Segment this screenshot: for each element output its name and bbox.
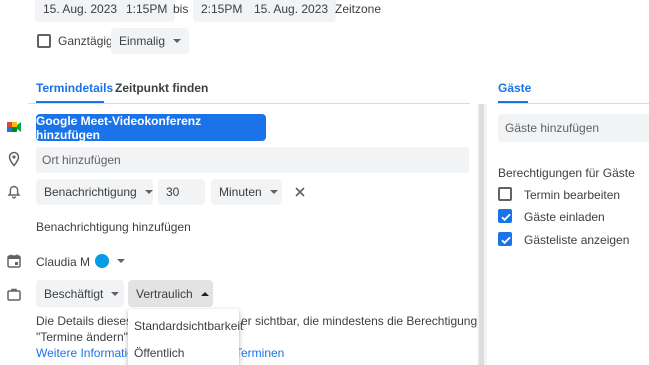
permission-edit-label: Termin bearbeiten bbox=[524, 188, 621, 202]
visibility-info-line2: "Termine ändern" fü bbox=[36, 330, 142, 344]
visibility-info-line1-end: er sichtbar, die mindestens die Berechti… bbox=[241, 314, 478, 328]
notification-type-dropdown[interactable]: Benachrichtigung bbox=[36, 179, 153, 205]
permission-invite-label: Gäste einladen bbox=[524, 210, 605, 224]
chevron-up-icon bbox=[200, 291, 209, 296]
tab-guests[interactable]: Gäste bbox=[498, 81, 531, 95]
add-meet-button[interactable]: Google Meet-Videokonferenz hinzufügen bbox=[36, 113, 266, 142]
visibility-dropdown[interactable]: Vertraulich bbox=[128, 280, 213, 307]
chevron-down-icon bbox=[117, 259, 125, 263]
recurrence-dropdown[interactable]: Einmalig bbox=[111, 28, 190, 54]
location-pin-icon bbox=[8, 151, 20, 167]
permission-edit-checkbox[interactable] bbox=[498, 187, 512, 201]
end-time-field[interactable]: 2:15PM bbox=[193, 0, 251, 22]
end-time-text: 2:15PM bbox=[201, 2, 243, 16]
notification-unit-value: Minuten bbox=[219, 185, 262, 199]
calendar-color-dot bbox=[95, 254, 109, 268]
permission-see-list-label: Gästeliste anzeigen bbox=[524, 233, 630, 247]
end-date-field[interactable]: 15. Aug. 2023 bbox=[246, 0, 337, 22]
permission-invite-checkbox[interactable] bbox=[498, 209, 512, 223]
visibility-value: Vertraulich bbox=[136, 286, 193, 301]
location-input[interactable]: Ort hinzufügen bbox=[36, 147, 469, 173]
start-time-field[interactable]: 1:15PM bbox=[118, 0, 176, 22]
start-date-text: 15. Aug. 2023 bbox=[43, 2, 118, 16]
timezone-button[interactable]: Zeitzone bbox=[335, 2, 381, 16]
allday-label: Ganztägig bbox=[58, 34, 113, 48]
menu-item-standard[interactable]: Standardsichtbarkeit bbox=[128, 312, 243, 339]
tab-zeitpunkt-finden[interactable]: Zeitpunkt finden bbox=[115, 81, 208, 95]
close-icon[interactable] bbox=[292, 184, 308, 200]
allday-checkbox[interactable] bbox=[37, 34, 51, 48]
add-guests-input[interactable]: Gäste hinzufügen bbox=[498, 114, 649, 142]
calendar-color-dropdown[interactable] bbox=[89, 248, 133, 274]
more-info-link[interactable]: Weitere Information bbox=[36, 346, 141, 360]
menu-item-public-label: Öffentlich bbox=[134, 345, 185, 360]
chevron-down-icon bbox=[111, 291, 120, 296]
add-notification-link[interactable]: Benachrichtigung hinzufügen bbox=[36, 220, 191, 234]
availability-dropdown[interactable]: Beschäftigt bbox=[36, 280, 124, 307]
google-meet-icon bbox=[7, 122, 21, 132]
bell-icon bbox=[7, 185, 21, 199]
chevron-down-icon bbox=[144, 190, 153, 194]
location-placeholder: Ort hinzufügen bbox=[42, 153, 121, 167]
calendar-icon bbox=[7, 254, 21, 268]
notification-type-value: Benachrichtigung bbox=[44, 185, 137, 199]
availability-value: Beschäftigt bbox=[44, 286, 104, 301]
start-date-field[interactable]: 15. Aug. 2023 bbox=[35, 0, 126, 22]
more-info-link-end[interactable]: Terminen bbox=[235, 346, 284, 360]
guest-permissions-title: Berechtigungen für Gäste bbox=[498, 166, 635, 180]
menu-item-standard-label: Standardsichtbarkeit bbox=[134, 318, 244, 333]
checkmark-icon bbox=[501, 213, 511, 222]
add-guests-placeholder: Gäste hinzufügen bbox=[505, 121, 600, 135]
end-date-text: 15. Aug. 2023 bbox=[254, 2, 329, 16]
tab-termindetails[interactable]: Termindetails bbox=[36, 81, 113, 95]
chevron-down-icon bbox=[269, 190, 278, 194]
briefcase-icon bbox=[7, 288, 21, 301]
permission-see-list-checkbox[interactable] bbox=[498, 232, 512, 246]
notification-unit-dropdown[interactable]: Minuten bbox=[211, 179, 282, 205]
calendar-owner: Claudia M bbox=[36, 255, 91, 269]
recurrence-value: Einmalig bbox=[119, 34, 166, 48]
notification-amount-value: 30 bbox=[166, 185, 180, 199]
checkmark-icon bbox=[501, 236, 511, 245]
tabs-divider bbox=[28, 103, 470, 104]
guests-tabs-divider bbox=[498, 103, 649, 104]
chevron-down-icon bbox=[173, 39, 182, 43]
time-separator: bis bbox=[173, 2, 189, 16]
add-meet-label: Google Meet-Videokonferenz hinzufügen bbox=[36, 113, 202, 142]
menu-item-public[interactable]: Öffentlich bbox=[128, 339, 239, 365]
visibility-menu: Standardsichtbarkeit Öffentlich bbox=[128, 309, 243, 365]
notification-amount-input[interactable]: 30 bbox=[158, 179, 205, 205]
scrollbar-thumb[interactable] bbox=[479, 104, 484, 365]
start-time-text: 1:15PM bbox=[126, 2, 168, 16]
